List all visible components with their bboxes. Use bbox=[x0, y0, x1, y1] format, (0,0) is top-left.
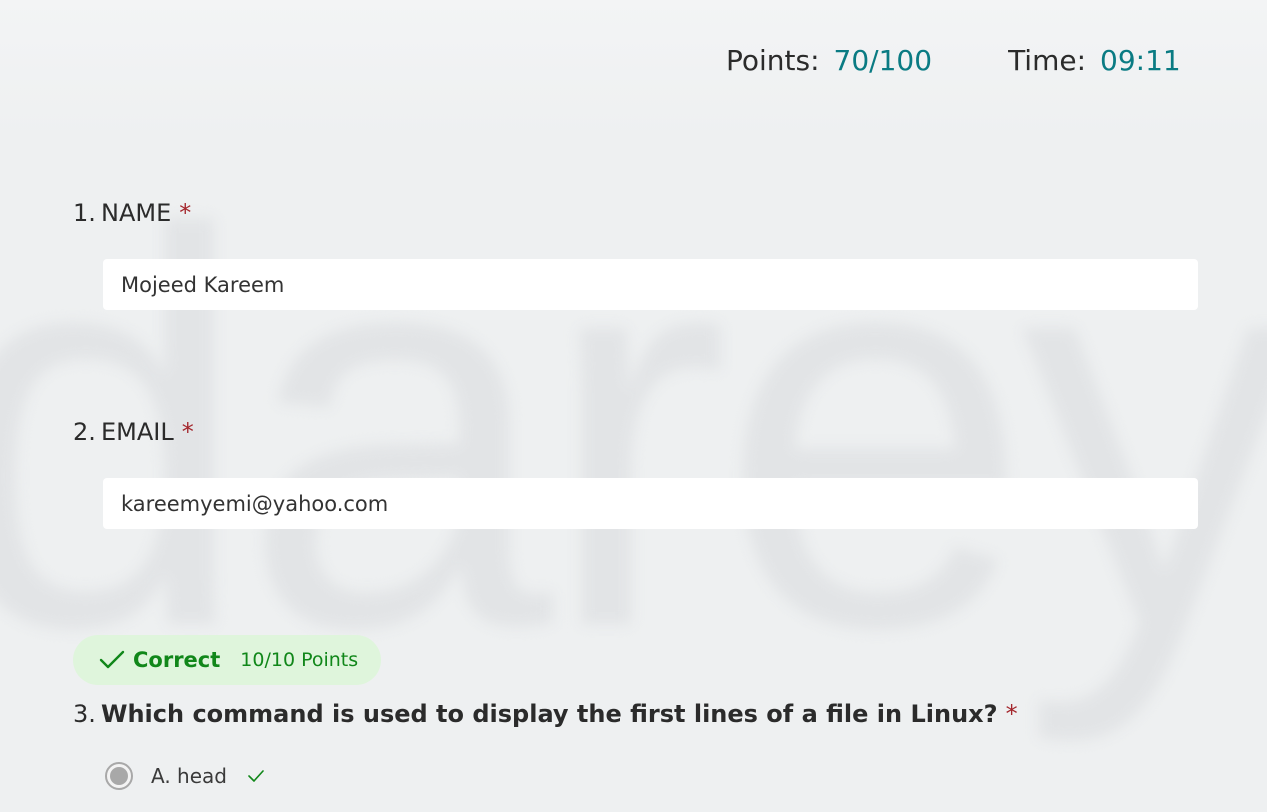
question-header: 1. NAME * bbox=[73, 199, 191, 227]
time-value: 09:11 bbox=[1100, 44, 1181, 77]
question-name: 1. NAME * Mojeed Kareem bbox=[73, 199, 1198, 310]
question-header: 3. Which command is used to display the … bbox=[73, 700, 1018, 728]
points-indicator: Points: 70/100 bbox=[726, 44, 932, 77]
question-number: 1. bbox=[73, 199, 96, 227]
required-asterisk: * bbox=[181, 418, 194, 446]
question-header: 2. EMAIL * bbox=[73, 418, 194, 446]
result-status: Correct bbox=[133, 648, 221, 672]
question-title: NAME bbox=[101, 199, 172, 227]
question-number: 3. bbox=[73, 700, 96, 728]
checkmark-icon bbox=[247, 768, 265, 784]
result-points: 10/10 Points bbox=[240, 649, 359, 671]
option-a[interactable]: A. head bbox=[105, 762, 265, 790]
result-badge: Correct 10/10 Points bbox=[73, 635, 381, 685]
required-asterisk: * bbox=[179, 199, 192, 227]
time-indicator: Time: 09:11 bbox=[1008, 44, 1181, 77]
question-email: 2. EMAIL * kareemyemi@yahoo.com bbox=[73, 418, 1198, 529]
option-radio[interactable] bbox=[105, 762, 133, 790]
name-answer-field[interactable]: Mojeed Kareem bbox=[103, 259, 1198, 310]
question-number: 2. bbox=[73, 418, 96, 446]
question-linux-command: 3. Which command is used to display the … bbox=[73, 700, 1018, 728]
question-title: EMAIL bbox=[101, 418, 174, 446]
required-asterisk: * bbox=[1005, 700, 1018, 728]
time-label: Time: bbox=[1008, 44, 1087, 77]
email-answer-text: kareemyemi@yahoo.com bbox=[121, 491, 389, 516]
score-bar: Points: 70/100 Time: 09:11 bbox=[726, 44, 1181, 77]
radio-selected-dot bbox=[110, 767, 128, 785]
points-label: Points: bbox=[726, 44, 820, 77]
name-answer-text: Mojeed Kareem bbox=[121, 272, 285, 297]
checkmark-icon bbox=[99, 649, 125, 671]
email-answer-field[interactable]: kareemyemi@yahoo.com bbox=[103, 478, 1198, 529]
points-value: 70/100 bbox=[833, 44, 933, 77]
option-label: A. head bbox=[151, 764, 227, 788]
question-title: Which command is used to display the fir… bbox=[101, 700, 998, 728]
